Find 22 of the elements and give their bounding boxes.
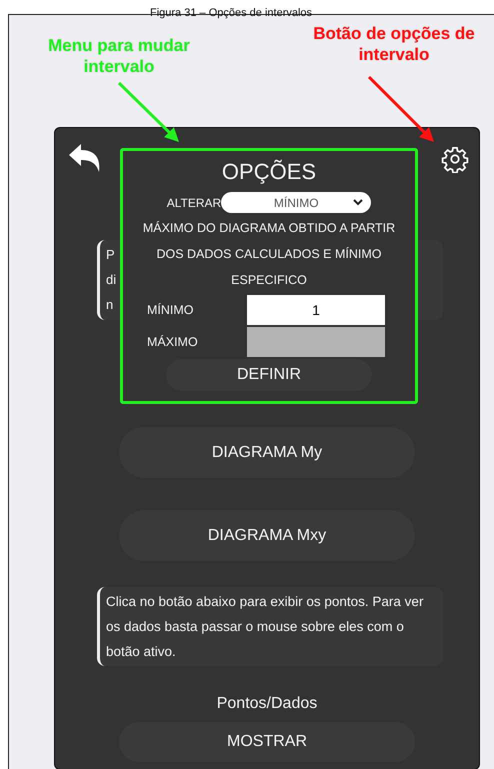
diagram-button[interactable]: DIAGRAMA Mxy <box>119 510 415 561</box>
options-title: OPÇÕES <box>220 158 318 186</box>
annotation-arrow <box>118 82 179 142</box>
note-text: Clica no botão abaixo para exibir os pontos. Para ver os dados basta passar o mouse sobre eles com o botão ativo. <box>97 587 443 666</box>
annotation-arrow <box>368 76 434 142</box>
note-text: n <box>106 296 114 314</box>
chevron-down-icon <box>353 199 364 206</box>
annotation-label: Botão de opções de intervalo <box>312 23 476 65</box>
input-field[interactable]: 1 <box>247 295 385 325</box>
note-text: P <box>106 246 115 264</box>
note-text: di <box>106 271 116 289</box>
settings-icon[interactable] <box>441 145 469 173</box>
define-button[interactable]: DEFINIR <box>166 359 372 391</box>
field-label: MÍNIMO <box>147 302 195 319</box>
change-label: ALTERAR <box>166 194 222 212</box>
field-label: MÁXIMO <box>147 334 199 351</box>
options-description: MÁXIMO DO DIAGRAMA OBTIDO A PARTIR DOS DADOS CALCULADOS E MÍNIMO ESPECIFICO <box>142 220 396 289</box>
show-button[interactable]: MOSTRAR <box>119 722 415 762</box>
interval-select[interactable]: MÍNIMO <box>221 192 372 213</box>
annotation-label: Menu para mudar intervalo <box>47 35 191 77</box>
points-label: Pontos/Dados <box>216 694 318 714</box>
diagram-button[interactable]: DIAGRAMA My <box>119 427 415 478</box>
